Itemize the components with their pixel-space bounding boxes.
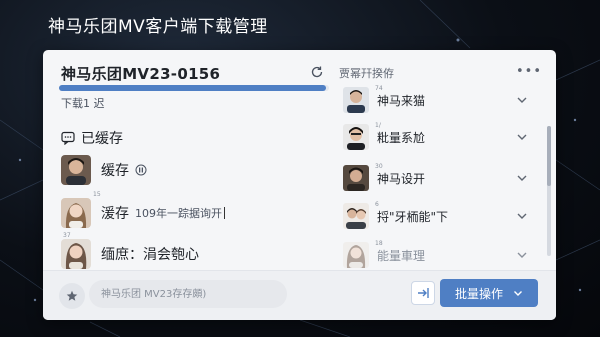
download-progress-fill	[59, 85, 327, 91]
search-input[interactable]	[89, 280, 287, 308]
task-title: 神马乐团MV23-0156	[61, 65, 221, 83]
list-item-label: 缓存	[101, 163, 129, 179]
chevron-down-icon[interactable]	[516, 172, 528, 184]
list-item[interactable]: 1/ 粃量系尬	[343, 122, 528, 152]
avatar	[61, 198, 91, 228]
list-item-label: 湲存	[101, 206, 129, 222]
export-button[interactable]	[411, 281, 435, 305]
pause-icon[interactable]	[135, 164, 147, 176]
download-progress-bar	[59, 85, 329, 91]
chevron-down-icon[interactable]	[516, 249, 528, 261]
scrollbar-thumb[interactable]	[547, 126, 551, 186]
avatar	[61, 239, 91, 269]
chevron-down-icon	[514, 291, 522, 296]
refresh-icon[interactable]	[309, 64, 325, 80]
list-item-index: 30	[375, 163, 383, 170]
list-item-index: 1/	[375, 122, 381, 129]
cached-section-header: 已缓存	[61, 128, 123, 148]
bottom-toolbar: 批量操作	[43, 270, 556, 320]
list-item-label: 粃量系尬	[377, 130, 426, 145]
progress-status-text: 下载1 迟	[61, 97, 105, 110]
favorite-button[interactable]	[59, 283, 85, 309]
list-item-index: 6	[375, 201, 379, 208]
list-item-index: 37	[63, 232, 71, 239]
avatar	[61, 155, 91, 185]
list-item[interactable]: 74 神马来猫	[343, 85, 528, 115]
list-item-index: 18	[375, 240, 383, 247]
star-icon	[66, 290, 78, 301]
download-manager-panel: 神马乐团MV23-0156 下载1 迟 已缓存 缓存 15 湲存 109年一踪据…	[43, 50, 556, 320]
list-item-label: 能量車理	[377, 248, 426, 263]
list-item[interactable]: 30 神马设开	[343, 163, 528, 193]
list-item-index: 15	[93, 191, 101, 198]
chat-bubble-icon	[61, 131, 75, 145]
app-title: 神马乐团MV客户端下载管理	[48, 17, 268, 37]
chevron-down-icon[interactable]	[516, 210, 528, 222]
list-item-label: 缅庶：涓会匏心	[101, 247, 199, 263]
avatar	[343, 87, 369, 113]
avatar	[343, 124, 369, 150]
list-item-label: 神马来猫	[377, 93, 426, 108]
chevron-down-icon[interactable]	[516, 131, 528, 143]
list-item[interactable]: 15 湲存 109年一踪据询开	[61, 191, 327, 233]
left-column: 神马乐团MV23-0156 下载1 迟 已缓存 缓存 15 湲存 109年一踪据…	[43, 50, 331, 270]
list-item-index: 74	[375, 85, 383, 92]
text-cursor	[224, 207, 225, 219]
list-item-label: 神马设开	[377, 171, 426, 186]
list-item[interactable]: 18 能量車理	[343, 240, 528, 270]
batch-operation-label: 批量操作	[454, 286, 503, 301]
avatar	[343, 203, 369, 229]
right-panel-header: 贾幂幵揆侟	[339, 67, 394, 80]
list-item[interactable]: 6 捋"牙栭能"下	[343, 201, 528, 231]
right-column: 贾幂幵揆侟 ••• 74 神马来猫 1/ 粃量系尬 30 神马设开 6 捋"牙栭…	[333, 50, 556, 270]
export-icon	[418, 288, 429, 298]
batch-operation-button[interactable]: 批量操作	[440, 279, 538, 307]
avatar	[343, 242, 369, 268]
list-item[interactable]: 37 缅庶：涓会匏心	[61, 232, 327, 274]
cached-section-title: 已缓存	[81, 131, 123, 147]
more-options-icon[interactable]: •••	[516, 64, 542, 79]
chevron-down-icon[interactable]	[516, 94, 528, 106]
list-item-input-text[interactable]: 109年一踪据询开	[135, 205, 222, 221]
scrollbar[interactable]	[547, 126, 551, 256]
list-item-label: 捋"牙栭能"下	[377, 209, 449, 224]
avatar	[343, 165, 369, 191]
list-item[interactable]: 缓存	[61, 150, 327, 190]
